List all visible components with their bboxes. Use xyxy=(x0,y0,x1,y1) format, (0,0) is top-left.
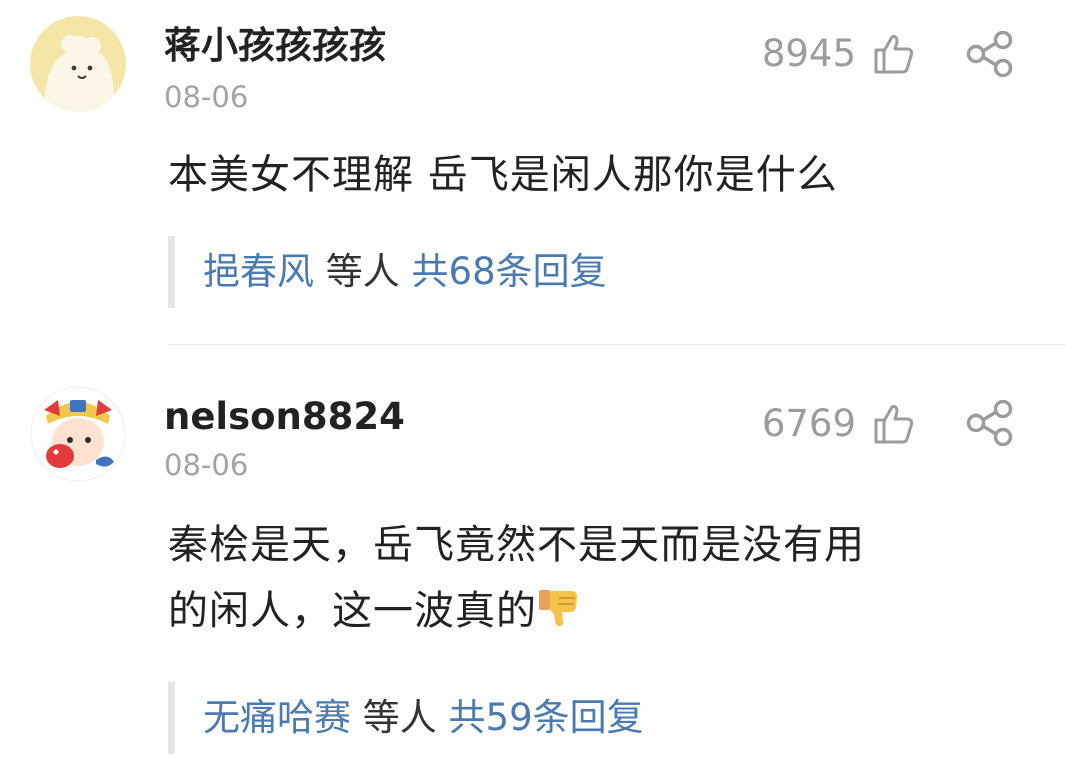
like-count: 8945 xyxy=(761,32,856,75)
reply-users-link[interactable]: 挹春风 xyxy=(203,250,314,293)
reply-users-link[interactable]: 无痛哈赛 xyxy=(203,696,351,739)
comment-text-line-content: 的闲人，这一波真的 xyxy=(168,588,537,634)
username[interactable]: nelson8824 xyxy=(164,395,405,439)
thumbs-up-outline-icon[interactable] xyxy=(872,32,916,76)
comment-text: 本美女不理解 岳飞是闲人那你是什么 xyxy=(168,152,838,198)
reply-total-link[interactable]: 共68条回复 xyxy=(412,250,607,293)
like-count: 6769 xyxy=(761,402,856,445)
cartoon-boy-with-fish-avatar-icon xyxy=(30,386,126,482)
avatar[interactable] xyxy=(30,386,126,482)
share-icon[interactable] xyxy=(966,400,1014,446)
reply-connector-text: 等人 xyxy=(351,696,449,739)
share-icon[interactable] xyxy=(966,31,1014,77)
comment-text-line: 的闲人，这一波真的 xyxy=(168,578,1018,644)
reply-total-link[interactable]: 共59条回复 xyxy=(449,696,644,739)
reply-connector-text: 等人 xyxy=(314,250,412,293)
thumbs-down-emoji-icon xyxy=(539,590,577,627)
comment-date: 08-06 xyxy=(164,448,249,482)
reply-summary[interactable]: 无痛哈赛 等人 共59条回复 xyxy=(168,682,644,754)
comment-text: 秦桧是天，岳飞竟然不是天而是没有用 的闲人，这一波真的 xyxy=(168,512,1018,644)
comment-date: 08-06 xyxy=(164,80,249,114)
comment-text-line: 秦桧是天，岳飞竟然不是天而是没有用 xyxy=(168,522,865,568)
reply-summary[interactable]: 挹春风 等人 共68条回复 xyxy=(168,236,607,308)
username[interactable]: 蒋小孩孩孩孩 xyxy=(164,24,386,68)
avatar[interactable] xyxy=(30,16,126,112)
cartoon-bear-avatar-icon xyxy=(30,16,126,112)
comment-divider xyxy=(168,344,1066,345)
thumbs-up-outline-icon[interactable] xyxy=(872,402,916,446)
